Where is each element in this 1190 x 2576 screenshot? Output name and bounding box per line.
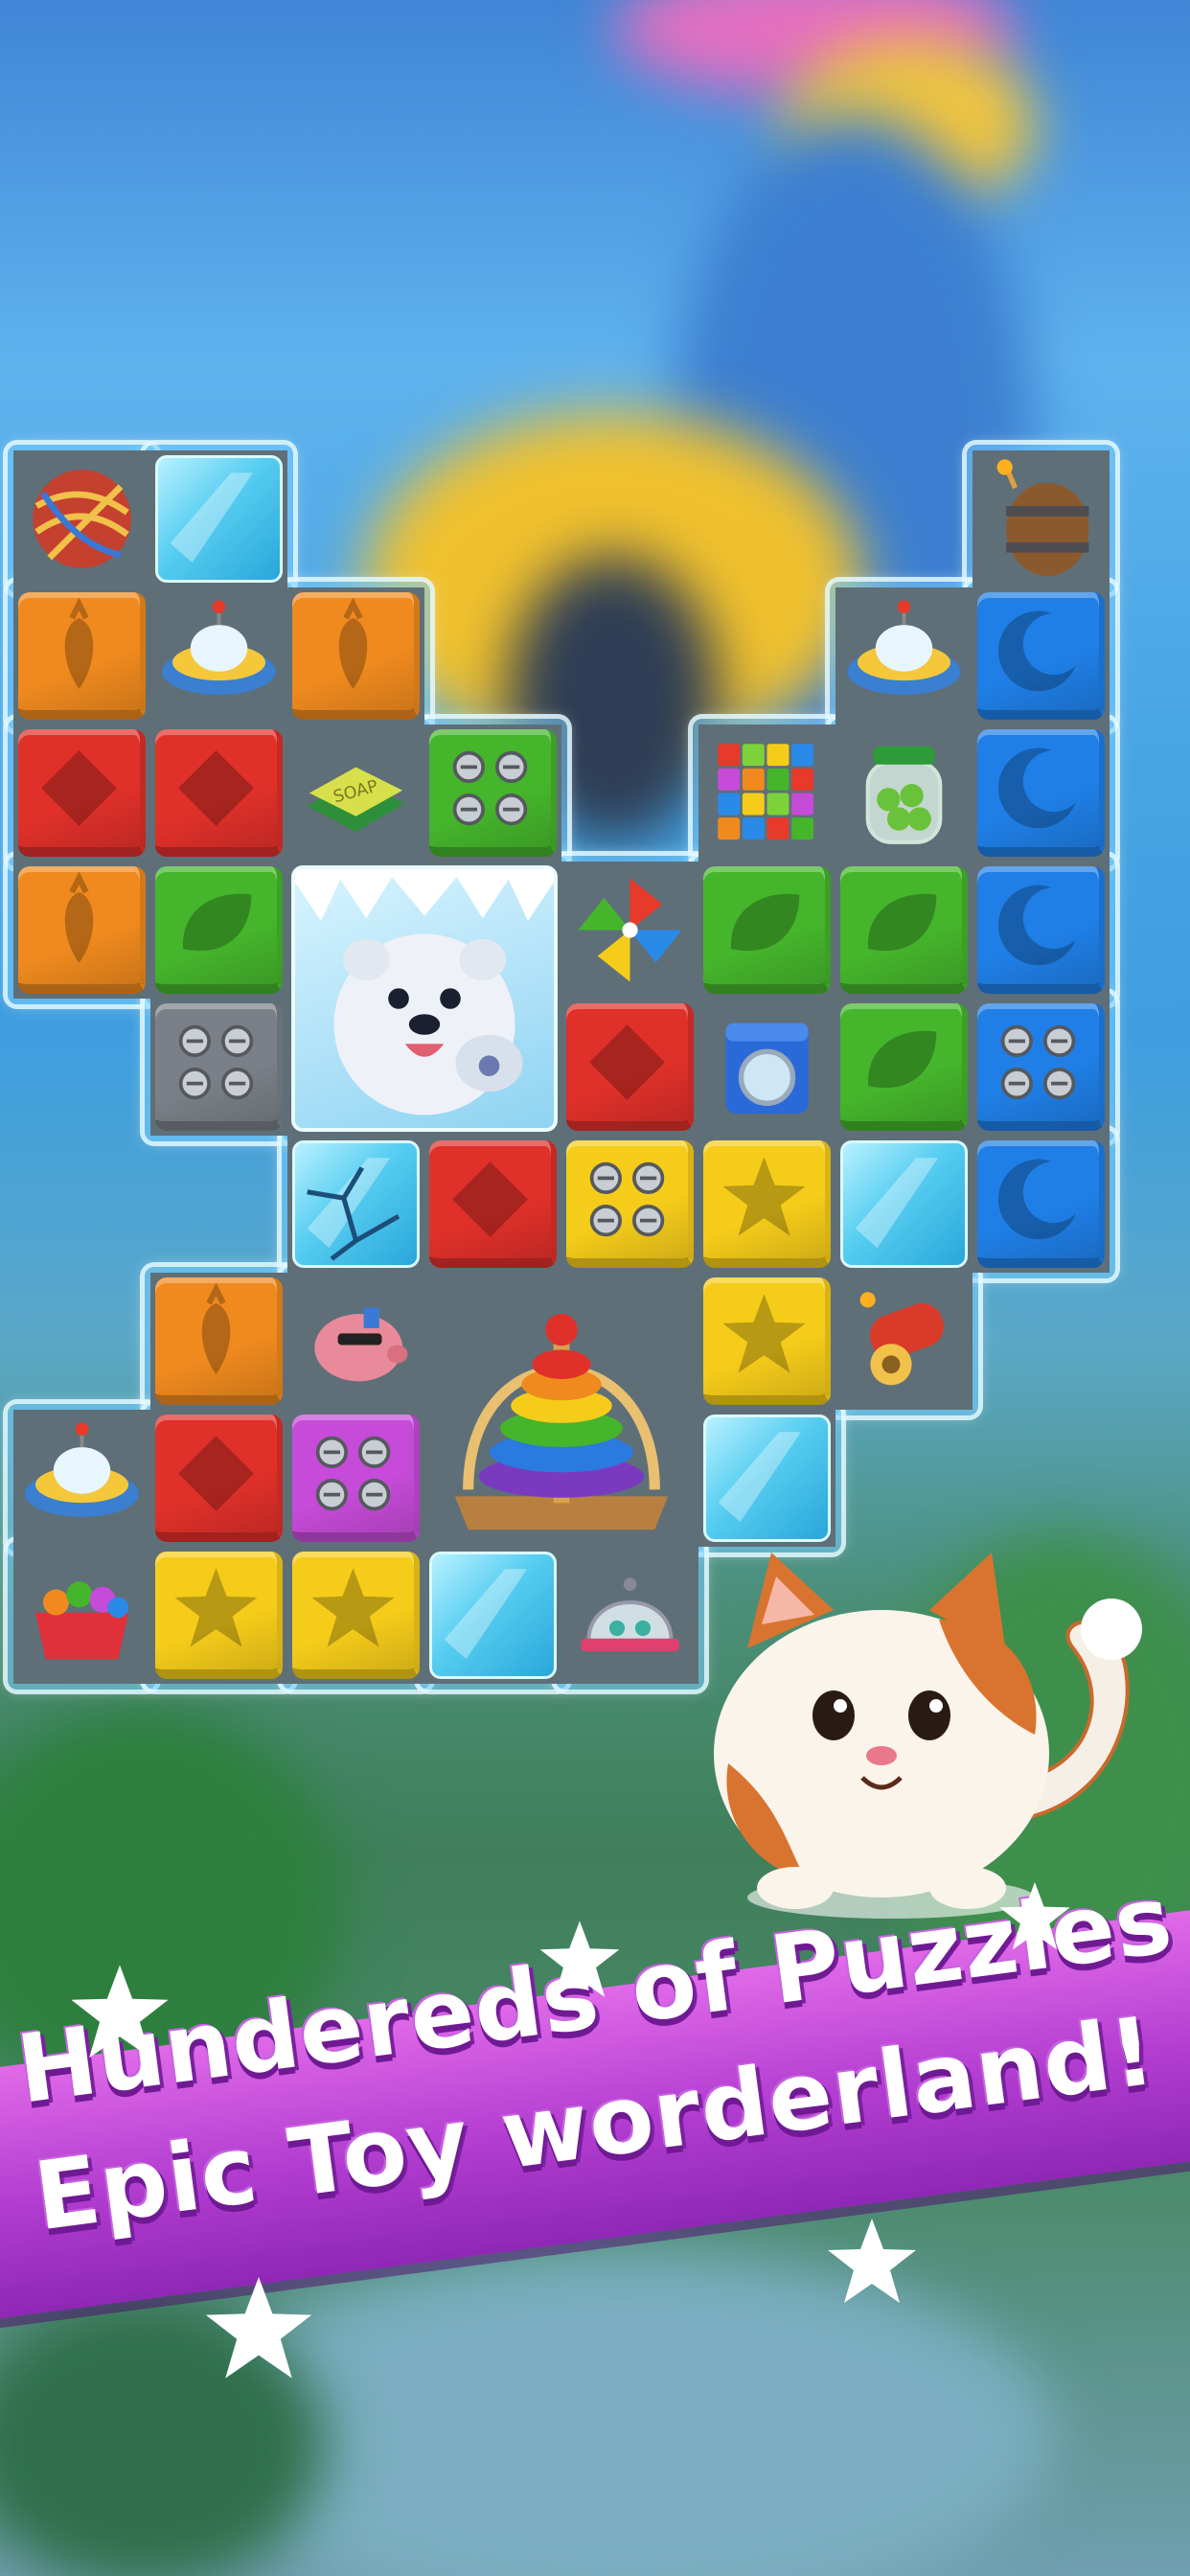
yellow-star-cube (292, 1552, 420, 1679)
star-icon (999, 1882, 1070, 1950)
blue-dots-cube (977, 1003, 1105, 1131)
piggy-bank-icon (291, 1276, 421, 1406)
rubik-cube-icon (702, 728, 832, 858)
stacking-rings-icon (428, 1276, 695, 1543)
orange-carrot-cube (292, 592, 420, 720)
star-icon (71, 1965, 169, 2058)
ufo-toy-icon (839, 591, 969, 721)
washing-machine-icon (702, 1002, 832, 1132)
ice-cube (429, 1552, 557, 1679)
fruit-basket-icon (17, 1551, 147, 1680)
yellow-dots-cube (566, 1140, 694, 1268)
ice-cube (155, 455, 283, 583)
green-leaf-cube (840, 1003, 968, 1131)
barrel-bomb-icon (976, 454, 1106, 584)
orange-carrot-cube (18, 592, 146, 720)
star-icon (828, 2219, 916, 2303)
yarn-ball-icon (17, 454, 147, 584)
star-icon (205, 2277, 312, 2379)
bell-dome-icon (565, 1551, 695, 1680)
orange-carrot-cube (18, 866, 146, 994)
ufo-toy-icon (154, 591, 284, 721)
green-leaf-cube (155, 866, 283, 994)
ufo-toy-icon (17, 1414, 147, 1543)
candy-jar-icon (839, 728, 969, 858)
yellow-star-cube (155, 1552, 283, 1679)
green-dots-cube (429, 729, 557, 857)
cannon-icon (839, 1276, 969, 1406)
ice-cube (840, 1140, 968, 1268)
green-leaf-cube (840, 866, 968, 994)
steel-dots-cube (155, 1003, 283, 1131)
orange-carrot-cube (155, 1277, 283, 1405)
green-leaf-cube (703, 866, 831, 994)
red-diamond-cube (429, 1140, 557, 1268)
red-diamond-cube (155, 1414, 283, 1542)
soap-bar-icon: SOAP (291, 728, 421, 858)
red-diamond-cube (18, 729, 146, 857)
star-icon (539, 1920, 620, 1997)
blue-moon-cube (977, 729, 1105, 857)
game-screen: SOAP Hundereds of Puzzles Epic Toy worde… (0, 0, 1190, 2576)
polar-bear-icon (291, 865, 558, 1132)
purple-dots-cube (292, 1414, 420, 1542)
yellow-star-cube (703, 1277, 831, 1405)
blue-moon-cube (977, 866, 1105, 994)
blue-moon-cube (977, 1140, 1105, 1268)
yellow-star-cube (703, 1140, 831, 1268)
pinwheel-icon (565, 865, 695, 995)
ice-cube (703, 1414, 831, 1542)
cracked-ice-cube (292, 1140, 420, 1268)
blue-moon-cube (977, 592, 1105, 720)
red-diamond-cube (155, 729, 283, 857)
red-diamond-cube (566, 1003, 694, 1131)
